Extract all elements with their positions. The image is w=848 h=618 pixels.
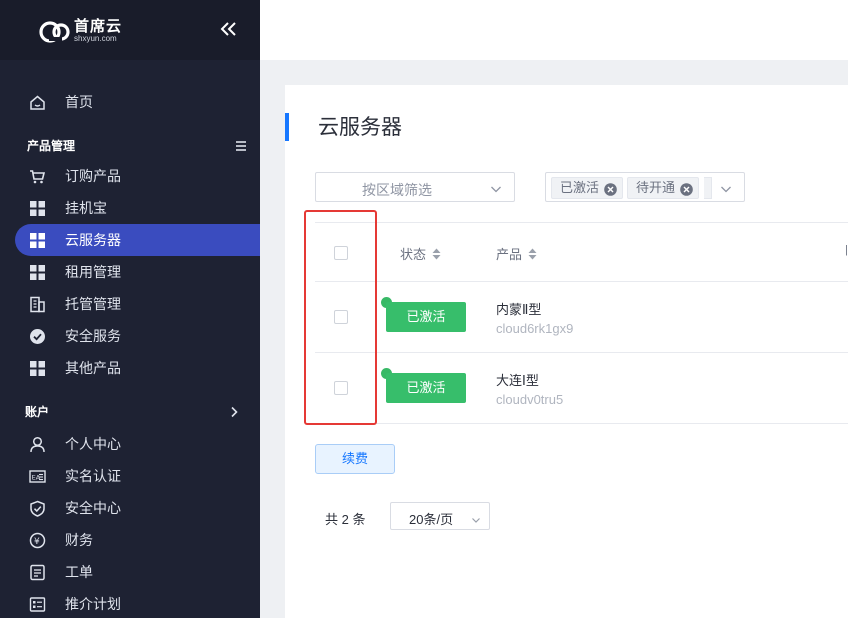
status-filter-select[interactable]: 已激活 待开通 <box>545 172 745 202</box>
shield-icon <box>29 500 46 517</box>
status-badge: 已激活 <box>386 373 466 403</box>
brand-domain: shxyun.com <box>74 34 117 43</box>
account-group-title[interactable]: 账户 <box>0 396 260 426</box>
total-count: 共 2 条 <box>325 512 366 527</box>
product-id[interactable]: cloud6rk1gx9 <box>496 321 573 336</box>
building-icon <box>29 296 46 313</box>
menu-lines-icon[interactable] <box>235 140 247 152</box>
home-icon <box>29 94 46 111</box>
ticket-icon <box>29 564 46 581</box>
user-icon <box>29 436 46 453</box>
chevron-down-icon <box>471 512 481 523</box>
region-filter-placeholder: 按区域筛选 <box>362 182 432 198</box>
sidebar-item-security-service[interactable]: 安全服务 <box>0 320 260 352</box>
sidebar-item-colocation[interactable]: 托管管理 <box>0 288 260 320</box>
sidebar-menu: 首页 产品管理 订购产品 挂机宝 云服务器 租用管理 托管管理 安全服务 其他产… <box>0 86 260 618</box>
sidebar-item-label: 推介计划 <box>65 596 121 612</box>
grid-icon <box>29 264 46 281</box>
column-header-label: 产品 <box>496 247 523 262</box>
sidebar-item-other-products[interactable]: 其他产品 <box>0 352 260 384</box>
sidebar-item-label: 安全中心 <box>65 500 121 516</box>
product-name: 内蒙Ⅱ型 <box>496 302 542 317</box>
brand-logo[interactable]: 首席云 shxyun.com <box>38 18 122 44</box>
status-badge: 已激活 <box>386 302 466 332</box>
sidebar-item-profile[interactable]: 个人中心 <box>0 428 260 460</box>
list-icon <box>29 596 46 613</box>
more-tags-indicator <box>704 177 712 199</box>
status-tag-activated: 已激活 <box>551 177 623 199</box>
top-header <box>260 0 848 60</box>
column-header-status[interactable]: 状态 <box>400 244 441 263</box>
sidebar-item-label: 其他产品 <box>65 360 121 376</box>
sidebar-item-order[interactable]: 订购产品 <box>0 160 260 192</box>
select-all-checkbox[interactable] <box>334 246 348 260</box>
close-icon[interactable] <box>604 182 617 196</box>
product-id[interactable]: cloudv0tru5 <box>496 392 563 407</box>
sidebar-header: 首席云 shxyun.com <box>0 0 260 60</box>
money-icon: ¥ <box>29 532 46 549</box>
sidebar-item-finance[interactable]: ¥ 财务 <box>0 524 260 556</box>
svg-text:¥: ¥ <box>34 537 40 547</box>
sidebar-item-hosting-box[interactable]: 挂机宝 <box>0 192 260 224</box>
sidebar-item-label: 工单 <box>65 564 93 580</box>
close-icon[interactable] <box>680 182 693 196</box>
product-group-label: 产品管理 <box>27 139 76 153</box>
grid-icon <box>29 200 46 217</box>
sidebar-item-label: 安全服务 <box>65 328 121 344</box>
table-header: 状态 产品 | <box>315 222 848 282</box>
column-header-product[interactable]: 产品 <box>496 244 537 263</box>
sidebar-item-security-center[interactable]: 安全中心 <box>0 492 260 524</box>
sidebar-item-cloud-server[interactable]: 云服务器 <box>15 224 260 256</box>
region-filter-select[interactable]: 按区域筛选 <box>315 172 515 202</box>
table-row[interactable]: 已激活 大连Ⅰ型 cloudv0tru5 <box>315 353 848 424</box>
sidebar-item-home[interactable]: 首页 <box>0 86 260 118</box>
sidebar-item-label: 挂机宝 <box>65 200 107 216</box>
grid-icon <box>29 360 46 377</box>
product-group-title: 产品管理 <box>0 130 260 160</box>
sidebar-item-label: 租用管理 <box>65 264 121 280</box>
status-tag-pending: 待开通 <box>627 177 699 199</box>
product-name: 大连Ⅰ型 <box>496 373 539 388</box>
truncated-column-edge: | <box>845 244 848 256</box>
grid-icon <box>29 232 46 249</box>
chevron-down-icon <box>490 182 502 194</box>
sidebar-item-label: 个人中心 <box>65 436 121 452</box>
title-accent-bar <box>285 113 289 141</box>
sidebar-item-label: 托管管理 <box>65 296 121 312</box>
column-header-label: 状态 <box>400 247 427 262</box>
cloud-logo-icon <box>38 18 72 44</box>
page-size-select[interactable]: 20条/页 <box>390 502 490 530</box>
status-tag-label: 待开通 <box>636 180 676 195</box>
sidebar-item-referral[interactable]: 推介计划 <box>0 588 260 618</box>
sidebar-item-label: 实名认证 <box>65 468 121 484</box>
sidebar-item-label: 首页 <box>65 94 93 110</box>
sidebar-item-label: 云服务器 <box>65 232 121 248</box>
renew-button[interactable]: 续费 <box>315 444 395 474</box>
sidebar-item-rental[interactable]: 租用管理 <box>0 256 260 288</box>
id-card-icon: EA <box>29 468 46 485</box>
chevron-right-icon <box>228 406 240 418</box>
collapse-sidebar-icon[interactable] <box>219 19 239 39</box>
row-checkbox[interactable] <box>334 381 348 395</box>
sidebar-item-verification[interactable]: EA 实名认证 <box>0 460 260 492</box>
sort-icon <box>528 248 537 260</box>
sidebar-item-label: 订购产品 <box>65 168 121 184</box>
sort-icon <box>432 248 441 260</box>
row-checkbox[interactable] <box>334 310 348 324</box>
table-row[interactable]: 已激活 内蒙Ⅱ型 cloud6rk1gx9 <box>315 282 848 353</box>
account-group-label: 账户 <box>25 405 50 419</box>
sidebar-item-label: 财务 <box>65 532 93 548</box>
status-tag-label: 已激活 <box>560 180 600 195</box>
page-size-value: 20条/页 <box>409 512 454 527</box>
chevron-down-icon <box>720 182 732 194</box>
sidebar: 首席云 shxyun.com 首页 产品管理 订购产品 挂机宝 云服务器 租用管… <box>0 0 260 618</box>
page-title: 云服务器 <box>318 116 402 139</box>
brand-name: 首席云 <box>74 18 123 35</box>
sidebar-item-tickets[interactable]: 工单 <box>0 556 260 588</box>
cart-icon <box>29 168 46 185</box>
check-circle-icon <box>29 328 46 345</box>
